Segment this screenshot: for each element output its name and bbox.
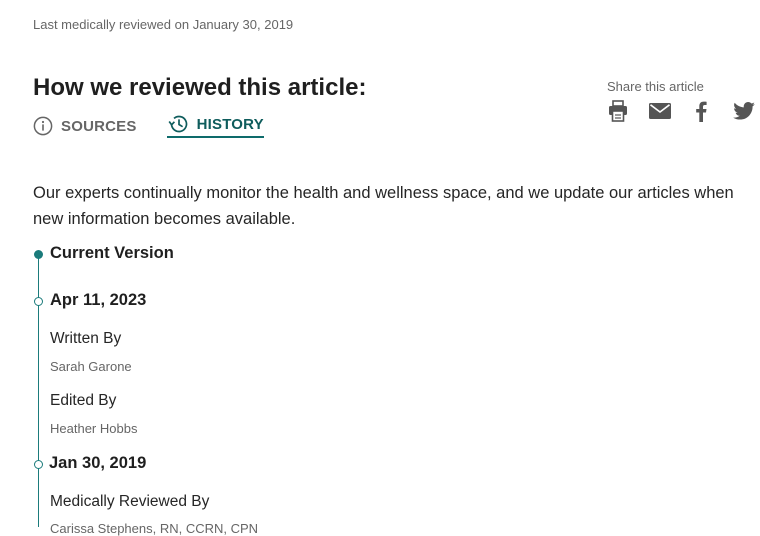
editor-name[interactable]: Heather Hobbs	[50, 421, 137, 436]
timeline-dot	[34, 297, 43, 306]
timeline-line	[38, 254, 39, 527]
tab-history-label: HISTORY	[196, 115, 264, 133]
timeline-date: Apr 11, 2023	[50, 291, 147, 309]
current-version-label: Current Version	[50, 244, 174, 262]
timeline-dot	[34, 460, 43, 469]
share-icons	[607, 100, 757, 124]
reviewer-name[interactable]: Carissa Stephens, RN, CCRN, CPN	[50, 521, 258, 536]
timeline-date: Jan 30, 2019	[49, 454, 147, 472]
share-label: Share this article	[607, 79, 704, 94]
tab-sources-label: SOURCES	[61, 117, 137, 135]
info-icon	[33, 116, 53, 136]
medically-reviewed-by-label: Medically Reviewed By	[50, 493, 210, 510]
edited-by-label: Edited By	[50, 392, 117, 409]
written-by-label: Written By	[50, 330, 122, 347]
twitter-icon[interactable]	[733, 102, 755, 125]
share-section: Share this article	[607, 79, 755, 122]
intro-text: Our experts continually monitor the heal…	[33, 184, 734, 228]
last-reviewed-date: Last medically reviewed on January 30, 2…	[33, 17, 294, 32]
review-tabs: SOURCES HISTORY	[33, 114, 264, 138]
timeline-dot-current	[34, 250, 43, 259]
mail-icon[interactable]	[649, 103, 671, 124]
print-icon[interactable]	[608, 100, 628, 127]
section-title: How we reviewed this article:	[33, 74, 367, 101]
facebook-icon[interactable]	[695, 100, 707, 127]
history-icon	[168, 115, 187, 133]
tab-history[interactable]: HISTORY	[166, 114, 264, 138]
author-name[interactable]: Sarah Garone	[50, 359, 132, 374]
tab-sources[interactable]: SOURCES	[33, 116, 137, 136]
